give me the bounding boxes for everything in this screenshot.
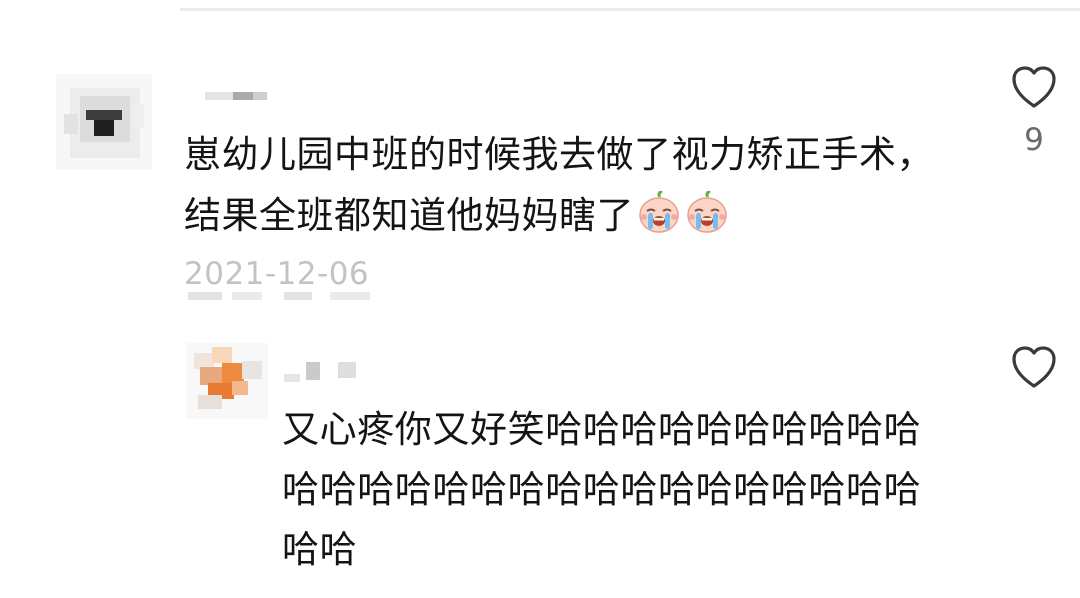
- comment-date: 2021-12-06: [184, 256, 370, 292]
- like-button[interactable]: 9: [1004, 64, 1064, 160]
- loudly-crying-peach-emoji: [684, 188, 730, 234]
- redaction-strip: [188, 292, 378, 300]
- heart-outline-icon[interactable]: [1009, 64, 1059, 110]
- loudly-crying-peach-emoji: [636, 188, 682, 234]
- reply-text: 又心疼你又好笑哈哈哈哈哈哈哈哈哈哈哈哈哈哈哈哈哈哈哈哈哈哈哈哈哈哈哈哈哈: [282, 408, 922, 571]
- top-divider: [180, 8, 1080, 11]
- reply-like-button[interactable]: [1004, 344, 1064, 390]
- like-count: 9: [1024, 122, 1044, 158]
- reply-avatar[interactable]: [186, 343, 268, 419]
- comment-text-content: 崽幼儿园中班的时候我去做了视力矫正手术，结果全班都知道他妈妈瞎了: [184, 133, 934, 237]
- username-redacted[interactable]: [205, 86, 267, 104]
- heart-outline-icon[interactable]: [1009, 344, 1059, 390]
- comment-text: 崽幼儿园中班的时候我去做了视力矫正手术，结果全班都知道他妈妈瞎了: [184, 124, 944, 246]
- avatar[interactable]: [56, 74, 152, 170]
- reply-username-redacted[interactable]: [284, 360, 364, 384]
